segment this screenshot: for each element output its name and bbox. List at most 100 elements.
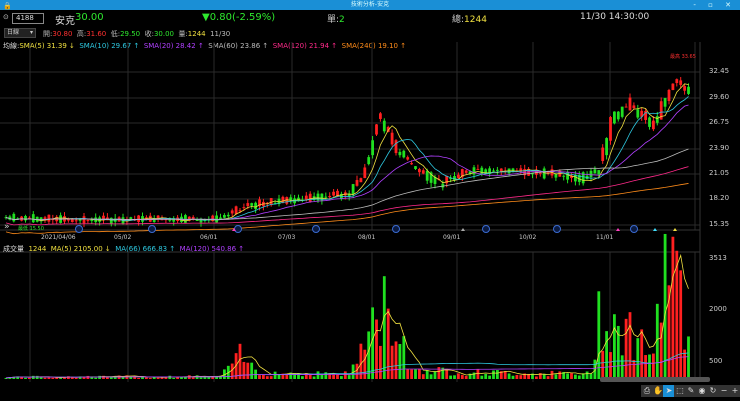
- candle: [648, 117, 651, 127]
- volume-bar: [199, 377, 203, 379]
- candle: [542, 168, 546, 179]
- candle: [675, 79, 679, 84]
- volume-bar: [601, 350, 605, 379]
- candle: [636, 109, 640, 118]
- candle: [379, 113, 382, 119]
- price-axis-label: 21.05: [709, 169, 730, 177]
- candle: [137, 215, 140, 222]
- volume-bar: [250, 362, 254, 379]
- event-marker-icon[interactable]: [392, 225, 400, 233]
- candle: [394, 140, 398, 154]
- price-axis-label: 23.90: [709, 144, 730, 152]
- volume-bar: [74, 377, 78, 379]
- volume-bar: [620, 355, 624, 379]
- volume-bar: [683, 349, 686, 379]
- volume-bar: [492, 370, 495, 379]
- date-axis-label: 11/01: [596, 234, 614, 241]
- volume-bar: [535, 376, 538, 379]
- candle: [605, 138, 608, 156]
- candle: [492, 170, 495, 172]
- volume-bar: [386, 308, 390, 379]
- volume-bar: [558, 371, 562, 379]
- volume-bar: [484, 373, 488, 379]
- candle: [601, 147, 605, 162]
- candle: [328, 195, 332, 198]
- event-marker-icon[interactable]: [630, 225, 638, 233]
- date-axis-label: 09/01: [443, 234, 461, 241]
- volume-value: 1244: [28, 245, 47, 253]
- volume-bar: [398, 344, 402, 379]
- volume-bar: [507, 373, 511, 379]
- candle: [441, 183, 445, 188]
- volume-bar: [410, 369, 413, 379]
- volume-bar: [394, 341, 398, 379]
- volume-bar: [265, 376, 269, 379]
- sma120-line: [5, 166, 689, 226]
- volume-axis-label: 2000: [709, 305, 727, 313]
- candle: [47, 214, 51, 222]
- volume-bar: [43, 377, 47, 379]
- volume-bar: [340, 376, 343, 379]
- price-axis-label: 32.45: [709, 67, 730, 75]
- candle: [425, 170, 429, 181]
- volume-bar: [312, 376, 316, 379]
- candle: [230, 210, 234, 214]
- volume-bar: [589, 373, 593, 379]
- horizontal-scrollbar[interactable]: [600, 377, 710, 382]
- event-marker-icon[interactable]: [482, 225, 490, 233]
- volume-bar: [70, 377, 74, 379]
- volume-bar: [644, 355, 647, 379]
- candle: [304, 195, 308, 200]
- price-axis-label: 29.60: [709, 93, 730, 101]
- volume-bar: [480, 375, 484, 379]
- expand-icon[interactable]: »: [4, 222, 10, 232]
- volume-bar: [402, 336, 406, 379]
- volume-bar: [363, 349, 367, 379]
- volume-bar: [406, 369, 410, 379]
- volume-bar: [421, 374, 425, 379]
- candle: [402, 150, 406, 158]
- high-annotation: 最高 33.65: [670, 54, 696, 60]
- volume-bar: [320, 375, 324, 379]
- date-axis-label: 10/02: [519, 234, 537, 241]
- volume-bar: [460, 374, 464, 379]
- volume-bar: [613, 314, 616, 379]
- candle: [562, 175, 566, 177]
- candle: [624, 106, 628, 108]
- volume-bar: [566, 373, 569, 379]
- candle: [683, 86, 686, 91]
- sma60-line: [5, 148, 689, 221]
- volume-bar: [191, 377, 195, 379]
- volume-bar: [429, 374, 433, 379]
- candle: [74, 220, 78, 222]
- event-marker-icon[interactable]: [148, 225, 156, 233]
- plus-icon[interactable]: +: [729, 385, 740, 397]
- event-marker-icon[interactable]: [234, 225, 242, 233]
- date-axis-label: 08/01: [358, 234, 376, 241]
- sma10-line: [5, 96, 689, 221]
- event-marker-icon[interactable]: [553, 225, 561, 233]
- candle: [671, 83, 675, 91]
- candle: [242, 207, 246, 209]
- volume-bar: [242, 361, 246, 379]
- price-volume-chart[interactable]: [0, 0, 740, 401]
- candle: [538, 172, 542, 174]
- vol-ma66-legend: MA(66) 666.83 ↑: [115, 245, 176, 253]
- candle: [472, 167, 476, 175]
- candle: [82, 216, 86, 224]
- candle: [359, 178, 363, 183]
- volume-bar: [624, 318, 628, 379]
- volume-bar: [609, 352, 612, 379]
- candle: [211, 215, 215, 222]
- event-marker-icon[interactable]: [312, 225, 320, 233]
- candle: [464, 170, 468, 173]
- candle: [316, 193, 320, 201]
- volume-bar: [168, 375, 172, 379]
- candle: [90, 219, 94, 221]
- volume-bar: [554, 374, 558, 379]
- price-axis-label: 18.20: [709, 194, 730, 202]
- volume-bar: [414, 369, 417, 379]
- event-marker-icon[interactable]: [75, 225, 83, 233]
- volume-bar: [156, 377, 160, 379]
- date-axis-label: 05/02: [114, 234, 132, 241]
